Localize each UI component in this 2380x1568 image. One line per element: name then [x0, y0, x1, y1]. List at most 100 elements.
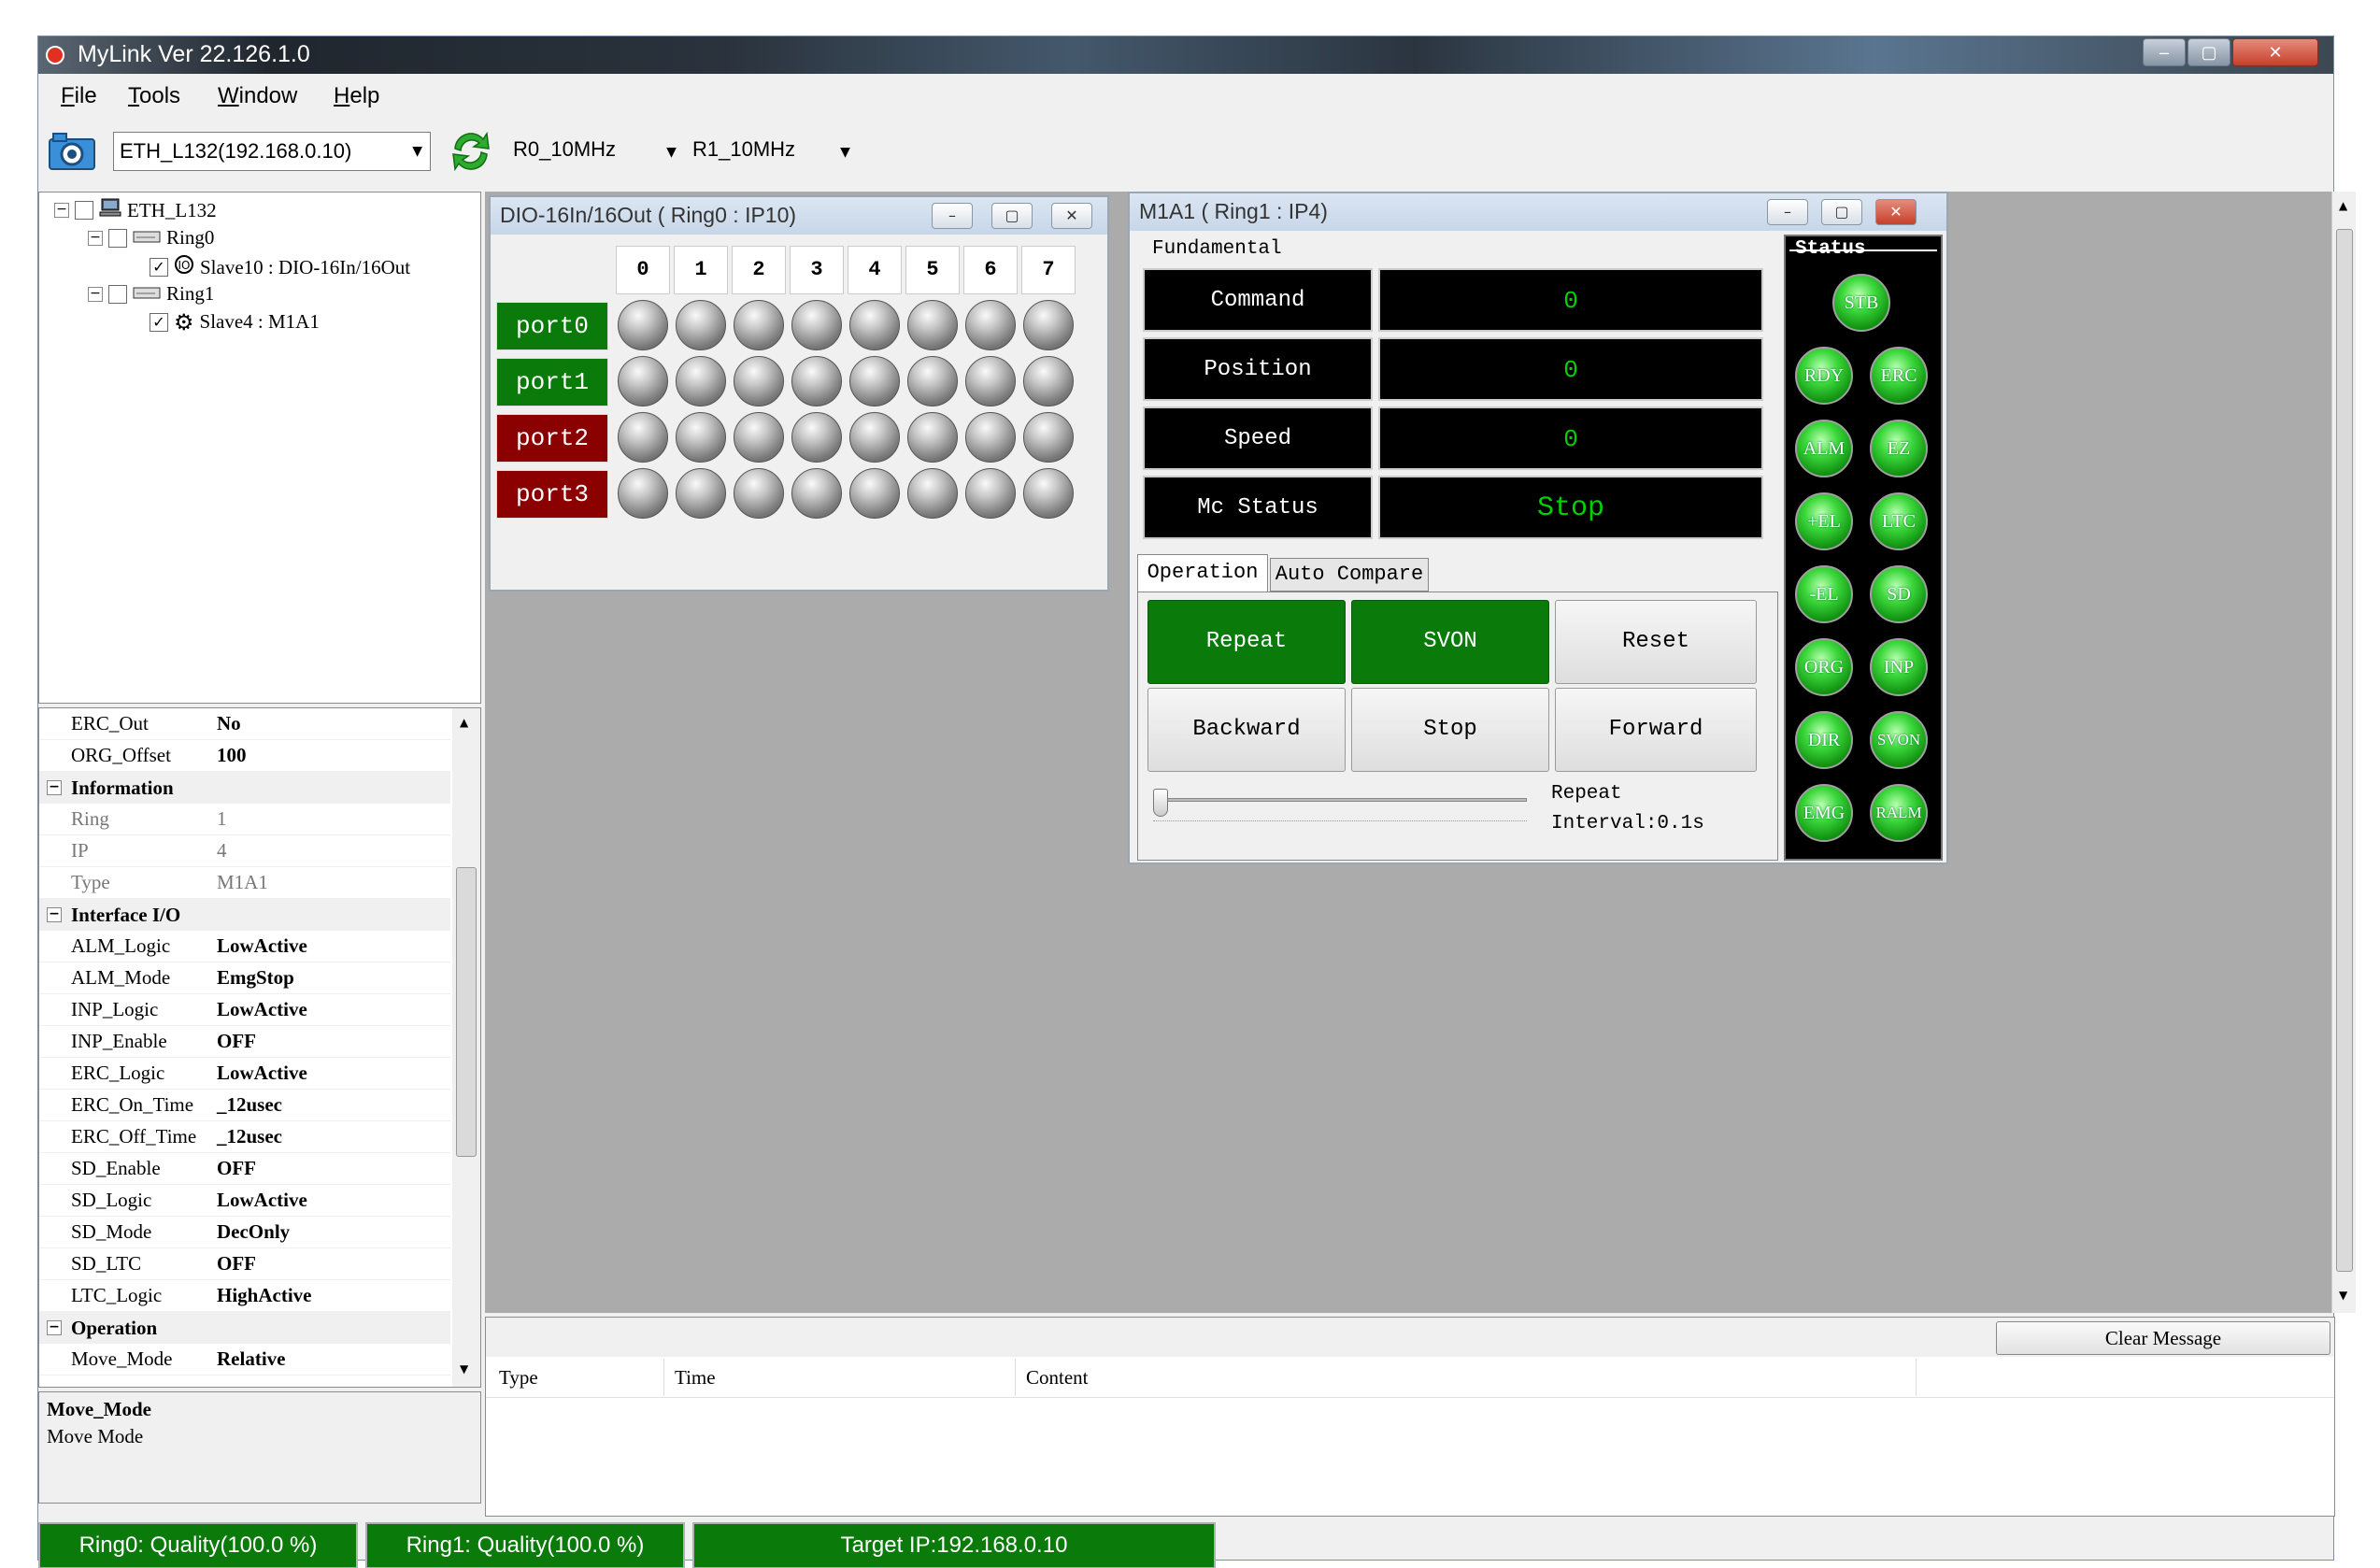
- dio-led[interactable]: [618, 412, 668, 463]
- dio-led[interactable]: [791, 356, 842, 406]
- checkbox[interactable]: [108, 284, 127, 304]
- property-row[interactable]: INP_Logic LowActive: [39, 994, 450, 1026]
- maximize-button[interactable]: ▢: [1821, 199, 1862, 225]
- property-row[interactable]: LTC_Logic HighActive: [39, 1280, 450, 1312]
- dio-led[interactable]: [791, 412, 842, 463]
- dio-led[interactable]: [1023, 356, 1074, 406]
- minimize-button[interactable]: –: [932, 203, 973, 229]
- scroll-down-icon[interactable]: ▼: [460, 1362, 468, 1376]
- property-row[interactable]: INP_Enable OFF: [39, 1026, 450, 1058]
- repeat-interval-slider[interactable]: [1153, 789, 1531, 826]
- stop-button[interactable]: Stop: [1351, 688, 1549, 772]
- dio-led[interactable]: [676, 300, 726, 350]
- property-row[interactable]: ORG_Offset 100: [39, 740, 450, 772]
- scroll-thumb[interactable]: [456, 867, 477, 1157]
- checkbox[interactable]: [75, 201, 93, 220]
- dio-led[interactable]: [907, 300, 958, 350]
- tab-operation[interactable]: Operation: [1137, 554, 1268, 592]
- dio-led[interactable]: [1023, 468, 1074, 519]
- minimize-button[interactable]: –: [1767, 199, 1808, 225]
- menu-file[interactable]: File: [61, 83, 97, 109]
- column-header-content[interactable]: Content: [1026, 1366, 1089, 1390]
- dio-led[interactable]: [791, 468, 842, 519]
- clear-message-button[interactable]: Clear Message: [1996, 1321, 2330, 1355]
- property-row[interactable]: ERC_Off_Time _12usec: [39, 1121, 450, 1153]
- forward-button[interactable]: Forward: [1555, 688, 1757, 772]
- scroll-up-icon[interactable]: ▲: [2339, 199, 2347, 212]
- dio-led[interactable]: [734, 412, 784, 463]
- property-row[interactable]: SD_LTC OFF: [39, 1248, 450, 1280]
- backward-button[interactable]: Backward: [1147, 688, 1346, 772]
- property-row[interactable]: Move_Mode Relative: [39, 1344, 450, 1376]
- close-button[interactable]: ✕: [1051, 203, 1092, 229]
- column-header-time[interactable]: Time: [675, 1366, 716, 1390]
- dio-window-titlebar[interactable]: DIO-16In/16Out ( Ring0 : IP10) – ▢ ✕: [491, 197, 1107, 235]
- dio-led[interactable]: [618, 300, 668, 350]
- dio-led[interactable]: [1023, 412, 1074, 463]
- dio-led[interactable]: [676, 412, 726, 463]
- collapse-icon[interactable]: −: [88, 230, 103, 246]
- dio-led[interactable]: [907, 356, 958, 406]
- dio-led[interactable]: [734, 300, 784, 350]
- property-row[interactable]: SD_Enable OFF: [39, 1153, 450, 1185]
- tree-node-slave10[interactable]: ✓ IO Slave10 : DIO-16In/16Out: [150, 254, 410, 280]
- dio-led[interactable]: [965, 468, 1016, 519]
- dio-led[interactable]: [734, 468, 784, 519]
- dio-led[interactable]: [791, 300, 842, 350]
- dio-led[interactable]: [907, 468, 958, 519]
- scroll-down-icon[interactable]: ▼: [2339, 1289, 2347, 1302]
- property-category[interactable]: − Operation: [39, 1312, 450, 1344]
- property-row[interactable]: ERC_Out No: [39, 708, 450, 740]
- property-row[interactable]: ERC_Logic LowActive: [39, 1058, 450, 1090]
- property-row[interactable]: IP 4: [39, 835, 450, 867]
- menu-window[interactable]: Window: [218, 83, 297, 109]
- dio-led[interactable]: [965, 412, 1016, 463]
- slider-thumb[interactable]: [1153, 789, 1168, 817]
- property-row[interactable]: ALM_Logic LowActive: [39, 931, 450, 962]
- tree-node-root[interactable]: − ETH_L132: [54, 198, 217, 222]
- dio-led[interactable]: [849, 468, 900, 519]
- checkbox-checked[interactable]: ✓: [150, 312, 168, 332]
- property-row[interactable]: Type M1A1: [39, 867, 450, 899]
- reset-button[interactable]: Reset: [1555, 600, 1757, 684]
- motion-window-titlebar[interactable]: M1A1 ( Ring1 : IP4) – ▢ ✕: [1130, 193, 1946, 231]
- ring0-speed-select[interactable]: R0_10MHz ▼: [513, 137, 677, 162]
- dio-led[interactable]: [676, 468, 726, 519]
- dio-led[interactable]: [965, 356, 1016, 406]
- collapse-icon[interactable]: −: [54, 203, 69, 218]
- property-row[interactable]: Ring 1: [39, 804, 450, 835]
- property-row[interactable]: SD_Mode DecOnly: [39, 1217, 450, 1248]
- property-category[interactable]: − Information: [39, 772, 450, 804]
- close-button[interactable]: ✕: [1875, 199, 1917, 225]
- title-bar[interactable]: MyLink Ver 22.126.1.0 – ▢ ✕: [38, 36, 2333, 74]
- menu-tools[interactable]: Tools: [128, 83, 180, 109]
- dio-led[interactable]: [618, 468, 668, 519]
- dio-led[interactable]: [849, 300, 900, 350]
- dio-led[interactable]: [965, 300, 1016, 350]
- collapse-icon[interactable]: −: [47, 907, 62, 922]
- property-category[interactable]: − Interface I/O: [39, 899, 450, 931]
- device-select[interactable]: ETH_L132(192.168.0.10) ▼: [113, 132, 431, 171]
- maximize-button[interactable]: ▢: [2188, 38, 2230, 66]
- tree-node-ring0[interactable]: − Ring0: [88, 226, 214, 249]
- workspace-scrollbar[interactable]: ▲ ▼: [2331, 192, 2356, 1313]
- close-button[interactable]: ✕: [2232, 38, 2318, 66]
- refresh-icon[interactable]: [446, 126, 496, 177]
- tab-auto-compare[interactable]: Auto Compare: [1270, 558, 1429, 592]
- collapse-icon[interactable]: −: [47, 1320, 62, 1335]
- dio-led[interactable]: [734, 356, 784, 406]
- property-row[interactable]: SD_Logic LowActive: [39, 1185, 450, 1217]
- repeat-button[interactable]: Repeat: [1147, 600, 1346, 684]
- property-row[interactable]: ERC_On_Time _12usec: [39, 1090, 450, 1121]
- minimize-button[interactable]: –: [2143, 38, 2186, 66]
- scroll-up-icon[interactable]: ▲: [460, 716, 468, 729]
- maximize-button[interactable]: ▢: [991, 203, 1033, 229]
- scroll-thumb[interactable]: [2336, 229, 2353, 1272]
- tree-node-slave4[interactable]: ✓ ⚙ Slave4 : M1A1: [150, 310, 320, 334]
- dio-led[interactable]: [676, 356, 726, 406]
- collapse-icon[interactable]: −: [47, 780, 62, 795]
- ring1-speed-select[interactable]: R1_10MHz ▼: [692, 137, 850, 162]
- collapse-icon[interactable]: −: [88, 286, 103, 302]
- dio-led[interactable]: [849, 356, 900, 406]
- checkbox[interactable]: [108, 228, 127, 248]
